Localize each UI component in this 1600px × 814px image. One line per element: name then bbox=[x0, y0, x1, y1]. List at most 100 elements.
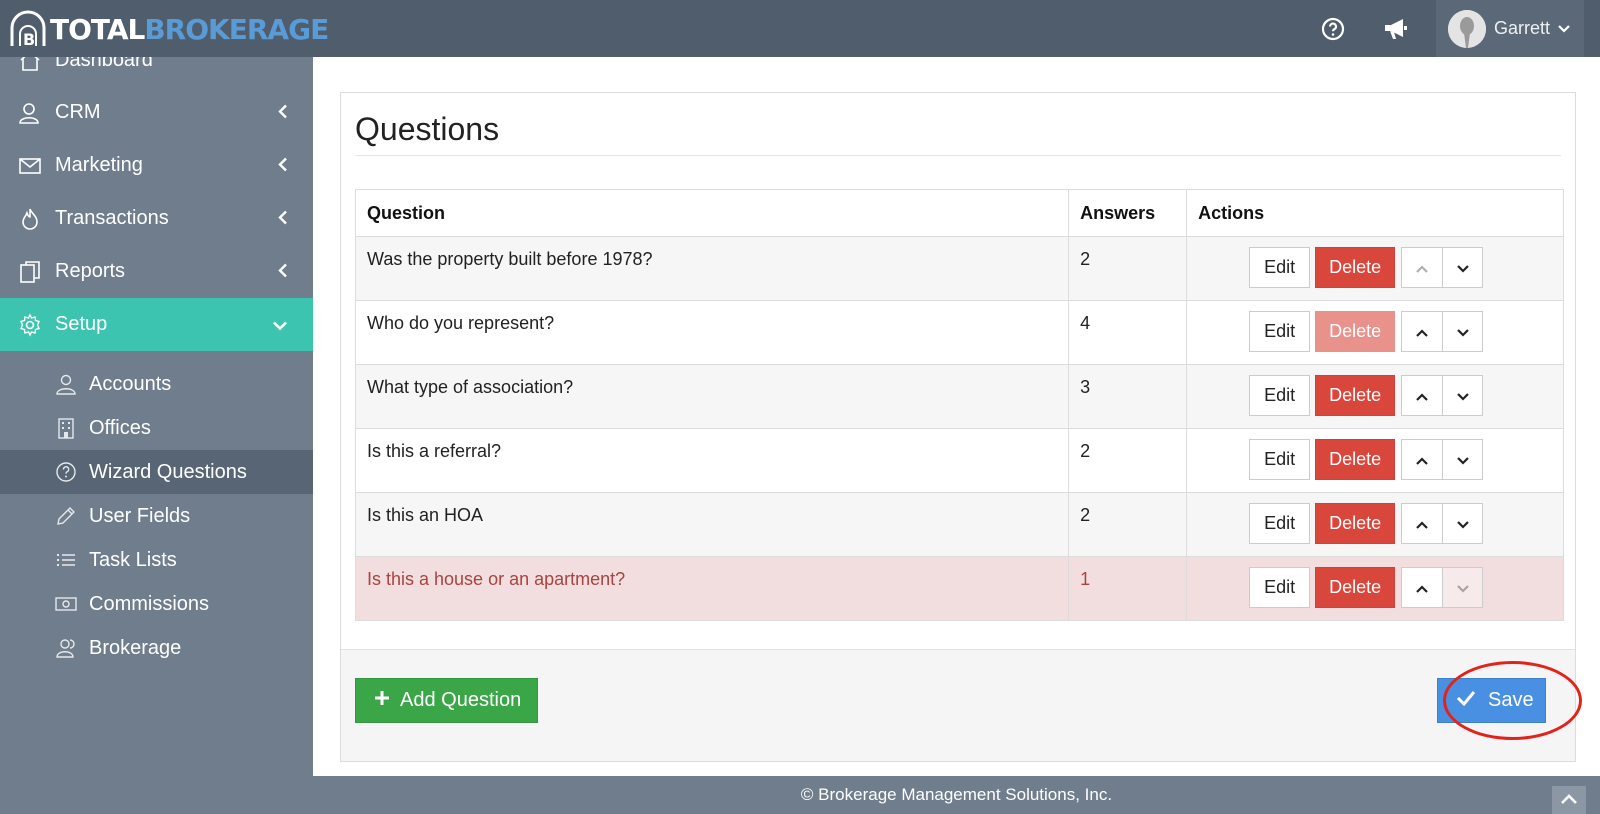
move-up-button[interactable] bbox=[1401, 375, 1443, 416]
chevron-down-icon bbox=[1456, 321, 1469, 342]
copyright-text: © Brokerage Management Solutions, Inc. bbox=[800, 785, 1113, 804]
save-button[interactable]: Save bbox=[1437, 678, 1546, 723]
sidebar-item-dashboard[interactable]: Dashboard bbox=[0, 57, 313, 87]
documents-icon bbox=[18, 260, 42, 284]
chevron-left-icon bbox=[278, 154, 287, 177]
avatar bbox=[1448, 9, 1486, 48]
main-content: Questions Question Answers Actions Was t… bbox=[313, 57, 1600, 776]
svg-text:B: B bbox=[23, 30, 35, 48]
sidebar-subitem-offices[interactable]: Offices bbox=[0, 406, 313, 450]
logo[interactable]: B TOTALBROKERAGE bbox=[8, 8, 329, 50]
question-cell: Is this a referral? bbox=[354, 428, 1070, 493]
delete-button[interactable]: Delete bbox=[1315, 311, 1396, 352]
sidebar-item-marketing[interactable]: Marketing bbox=[0, 139, 313, 192]
chevron-up-icon bbox=[1416, 385, 1428, 406]
move-down-button[interactable] bbox=[1442, 247, 1484, 288]
pencil-icon bbox=[55, 505, 77, 527]
chevron-up-icon bbox=[1416, 577, 1428, 598]
user-name: Garrett bbox=[1494, 18, 1551, 38]
sidebar-subitem-commissions[interactable]: Commissions bbox=[0, 582, 313, 626]
chevron-left-icon bbox=[278, 260, 287, 283]
move-down-button[interactable] bbox=[1442, 439, 1484, 480]
question-cell: Was the property built before 1978? bbox=[354, 236, 1070, 301]
sidebar-subitem-accounts[interactable]: Accounts bbox=[0, 362, 313, 406]
chevron-down-icon bbox=[1456, 385, 1469, 406]
move-up-button[interactable] bbox=[1401, 439, 1443, 480]
move-up-button[interactable] bbox=[1401, 247, 1443, 288]
sidebar-subitem-label: Offices bbox=[89, 416, 151, 439]
plus-icon bbox=[374, 689, 390, 712]
table-row: Is this a referral? 2 Edit Delete bbox=[354, 428, 1564, 493]
move-down-button[interactable] bbox=[1442, 375, 1484, 416]
sidebar-item-label: Transactions bbox=[55, 207, 169, 229]
answers-cell: 2 bbox=[1068, 428, 1188, 493]
table-row: Is this a house or an apartment? 1 Edit … bbox=[354, 556, 1564, 621]
flame-icon bbox=[18, 207, 42, 231]
move-up-button[interactable] bbox=[1401, 311, 1443, 352]
column-header-question: Question bbox=[354, 189, 1070, 237]
sidebar-item-label: Setup bbox=[55, 313, 108, 335]
move-down-button[interactable] bbox=[1442, 503, 1484, 544]
money-icon bbox=[55, 593, 77, 615]
scroll-to-top-button[interactable] bbox=[1552, 786, 1586, 814]
table-row: Is this an HOA 2 Edit Delete bbox=[354, 492, 1564, 557]
answers-cell: 2 bbox=[1068, 236, 1188, 301]
actions-cell: Edit Delete bbox=[1186, 556, 1564, 621]
delete-button[interactable]: Delete bbox=[1315, 247, 1396, 288]
move-down-button[interactable] bbox=[1442, 311, 1484, 352]
table-row: What type of association? 3 Edit Delete bbox=[354, 364, 1564, 429]
column-header-answers: Answers bbox=[1068, 189, 1188, 237]
envelope-icon bbox=[18, 154, 42, 178]
megaphone-icon[interactable] bbox=[1381, 14, 1411, 44]
sidebar-subitem-brokerage[interactable]: Brokerage bbox=[0, 626, 313, 670]
questions-panel: Questions Question Answers Actions Was t… bbox=[340, 92, 1576, 762]
edit-button[interactable]: Edit bbox=[1249, 503, 1311, 544]
sidebar-subitem-label: User Fields bbox=[89, 504, 191, 527]
sidebar-subitem-label: Commissions bbox=[89, 592, 210, 615]
sidebar-subitem-task-lists[interactable]: Task Lists bbox=[0, 538, 313, 582]
sidebar-item-crm[interactable]: CRM bbox=[0, 86, 313, 139]
logo-text: TOTALBROKERAGE bbox=[50, 12, 329, 46]
sidebar-subitem-wizard-questions[interactable]: Wizard Questions bbox=[0, 450, 313, 494]
edit-button[interactable]: Edit bbox=[1249, 567, 1311, 608]
sidebar-item-setup[interactable]: Setup bbox=[0, 298, 313, 351]
delete-button[interactable]: Delete bbox=[1315, 503, 1396, 544]
sidebar-subitem-label: Accounts bbox=[89, 372, 172, 395]
move-up-button[interactable] bbox=[1401, 567, 1443, 608]
move-down-button[interactable] bbox=[1442, 567, 1484, 608]
table-header-row: Question Answers Actions bbox=[354, 189, 1564, 237]
sidebar-item-transactions[interactable]: Transactions bbox=[0, 192, 313, 245]
sidebar-subitem-user-fields[interactable]: User Fields bbox=[0, 494, 313, 538]
building-icon bbox=[55, 417, 77, 439]
delete-button[interactable]: Delete bbox=[1315, 439, 1396, 480]
add-question-button[interactable]: Add Question bbox=[355, 678, 538, 723]
question-cell: Who do you represent? bbox=[354, 300, 1070, 365]
move-up-button[interactable] bbox=[1401, 503, 1443, 544]
edit-button[interactable]: Edit bbox=[1249, 439, 1311, 480]
user-menu[interactable]: Garrett bbox=[1436, 0, 1584, 57]
user-icon bbox=[55, 373, 77, 395]
actions-cell: Edit Delete bbox=[1186, 236, 1564, 301]
question-cell: What type of association? bbox=[354, 364, 1070, 429]
sidebar-item-label: CRM bbox=[55, 101, 101, 123]
delete-button[interactable]: Delete bbox=[1315, 567, 1396, 608]
edit-button[interactable]: Edit bbox=[1249, 311, 1311, 352]
column-header-actions: Actions bbox=[1186, 189, 1564, 237]
answers-cell: 1 bbox=[1068, 556, 1188, 621]
question-circle-icon bbox=[55, 461, 77, 483]
edit-button[interactable]: Edit bbox=[1249, 375, 1311, 416]
chevron-down-icon bbox=[1456, 513, 1469, 534]
gear-icon bbox=[18, 312, 42, 337]
chevron-up-icon bbox=[1416, 257, 1428, 278]
save-label: Save bbox=[1488, 689, 1534, 711]
delete-button[interactable]: Delete bbox=[1315, 375, 1396, 416]
panel-footer: Add Question Save bbox=[341, 649, 1575, 761]
chevron-down-icon bbox=[273, 313, 287, 336]
table-row: Was the property built before 1978? 2 Ed… bbox=[354, 236, 1564, 301]
help-icon[interactable] bbox=[1318, 14, 1348, 44]
edit-button[interactable]: Edit bbox=[1249, 247, 1311, 288]
answers-cell: 2 bbox=[1068, 492, 1188, 557]
sidebar-subitem-label: Brokerage bbox=[89, 636, 182, 659]
sidebar-item-reports[interactable]: Reports bbox=[0, 245, 313, 298]
check-icon bbox=[1456, 689, 1476, 712]
